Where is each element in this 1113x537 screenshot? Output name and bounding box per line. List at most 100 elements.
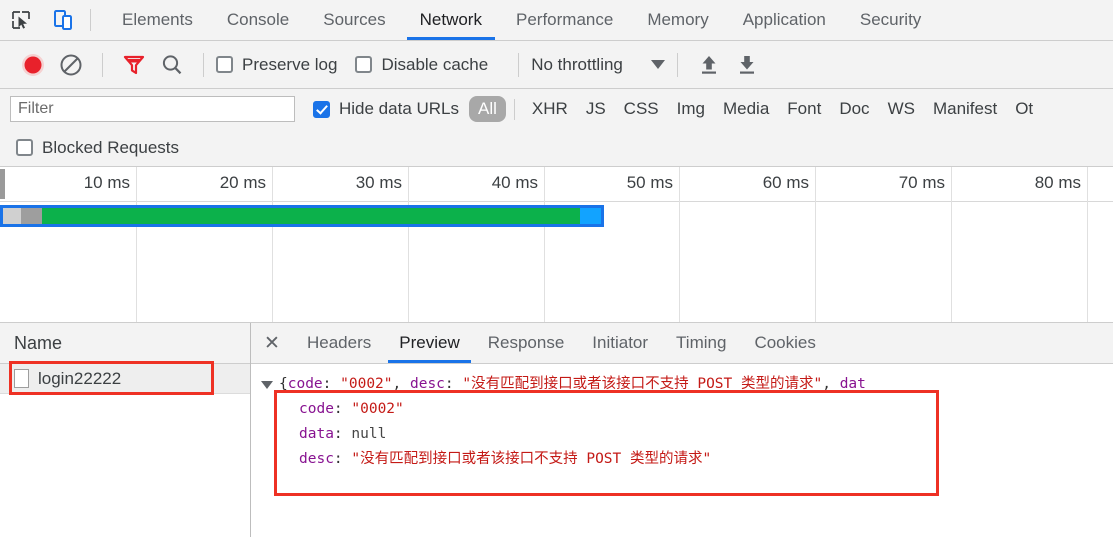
type-filter-media[interactable]: Media	[714, 96, 778, 122]
tab-application-label: Application	[742, 10, 826, 29]
tab-console-label: Console	[226, 10, 290, 29]
hide-data-urls-checkbox[interactable]: Hide data URLs	[313, 99, 459, 119]
request-list-header[interactable]: Name	[0, 323, 250, 364]
tab-cookies-label: Cookies	[754, 333, 816, 352]
device-toggle-icon[interactable]	[42, 0, 84, 40]
tab-network[interactable]: Network	[403, 0, 499, 40]
tab-performance[interactable]: Performance	[499, 0, 630, 40]
clear-button-icon[interactable]	[52, 46, 90, 84]
filter-options: Hide data URLs All XHR JS CSS Img Media …	[313, 96, 1042, 122]
disable-cache-label: Disable cache	[381, 54, 489, 74]
type-filter-all[interactable]: All	[469, 96, 506, 122]
type-filter-img[interactable]: Img	[668, 96, 714, 122]
timeline-gridline	[408, 167, 409, 322]
filter-input[interactable]	[10, 96, 295, 122]
blocked-requests-checkbox[interactable]: Blocked Requests	[16, 138, 179, 158]
network-controls-toolbar: Preserve log Disable cache No throttling	[0, 41, 1113, 89]
type-filter-js[interactable]: JS	[577, 96, 615, 122]
json-brace: {	[279, 376, 288, 392]
request-list-rows: login22222	[0, 361, 250, 537]
type-filter-divider	[513, 98, 515, 120]
throttling-value: No throttling	[531, 54, 623, 74]
timeline-tick-70ms: 70 ms	[898, 173, 945, 192]
toolbar-divider	[90, 9, 91, 31]
type-filter-manifest[interactable]: Manifest	[924, 96, 1006, 122]
inspect-cursor-icon[interactable]	[0, 0, 42, 40]
timing-segment-stalled	[20, 208, 42, 224]
import-har-icon[interactable]	[690, 46, 728, 84]
json-preview-viewer[interactable]: { code: "0002", desc: "没有匹配到接口或者该接口不支持 PO…	[251, 364, 1113, 537]
json-key-code: code	[299, 401, 334, 417]
json-summary-line[interactable]: {code: "0002", desc: "没有匹配到接口或者该接口不支持 PO…	[259, 372, 1113, 397]
tab-elements[interactable]: Elements	[105, 0, 210, 40]
timeline-tick-80ms: 80 ms	[1034, 173, 1081, 192]
type-filter-doc[interactable]: Doc	[830, 96, 878, 122]
type-filter-img-label: Img	[676, 99, 705, 118]
tab-security-label: Security	[859, 10, 922, 29]
close-icon[interactable]: ✕	[251, 323, 293, 363]
tab-response[interactable]: Response	[474, 323, 579, 363]
type-filter-css[interactable]: CSS	[615, 96, 668, 122]
filter-funnel-icon[interactable]	[115, 46, 153, 84]
type-filter-all-label: All	[478, 99, 497, 118]
preserve-log-checkbox[interactable]: Preserve log	[216, 55, 337, 75]
timeline-gridline	[679, 167, 680, 322]
json-value-data: null	[351, 426, 387, 442]
throttling-dropdown[interactable]: No throttling	[531, 55, 665, 75]
record-button-icon[interactable]	[14, 46, 52, 84]
type-filter-css-label: CSS	[623, 99, 659, 118]
timeline-gridline	[1087, 167, 1088, 322]
tab-memory[interactable]: Memory	[630, 0, 725, 40]
json-sep: :	[333, 451, 352, 467]
filter-toolbar: Hide data URLs All XHR JS CSS Img Media …	[0, 89, 1113, 129]
type-filter-xhr[interactable]: XHR	[523, 96, 577, 122]
blocked-requests-label: Blocked Requests	[42, 137, 180, 157]
tab-initiator[interactable]: Initiator	[578, 323, 662, 363]
table-row[interactable]: login22222	[0, 364, 250, 394]
hide-data-urls-box[interactable]	[313, 100, 330, 118]
timeline-gridline	[136, 167, 137, 322]
type-filter-ws-label: WS	[887, 99, 915, 118]
tab-timing-label: Timing	[676, 333, 727, 352]
disclosure-triangle-icon[interactable]	[261, 381, 273, 389]
json-sep: :	[444, 376, 463, 392]
tab-sources[interactable]: Sources	[306, 0, 402, 40]
chevron-down-icon[interactable]	[650, 60, 665, 69]
network-overview-timeline[interactable]: 10 ms 20 ms 30 ms 40 ms 50 ms 60 ms 70 m…	[0, 167, 1113, 323]
disable-cache-box[interactable]	[355, 56, 373, 73]
document-icon	[14, 369, 29, 388]
disable-cache-checkbox[interactable]: Disable cache	[355, 55, 488, 75]
search-magnifier-icon[interactable]	[153, 46, 191, 84]
main-tab-list: Elements Console Sources Network Perform…	[105, 0, 938, 40]
column-header-name: Name	[14, 332, 63, 353]
tab-timing[interactable]: Timing	[662, 323, 740, 363]
preserve-log-box[interactable]	[216, 56, 233, 73]
timeline-ruler: 10 ms 20 ms 30 ms 40 ms 50 ms 60 ms 70 m…	[0, 167, 1113, 322]
blocked-requests-box[interactable]	[16, 139, 33, 156]
type-filter-other[interactable]: Ot	[1006, 96, 1042, 122]
request-list-panel: Name login22222	[0, 323, 251, 537]
hide-data-urls-label: Hide data URLs	[339, 99, 460, 118]
timeline-tick-50ms: 50 ms	[626, 173, 673, 192]
export-har-icon[interactable]	[728, 46, 766, 84]
tab-security[interactable]: Security	[843, 0, 938, 40]
json-summary-key-desc: desc	[409, 376, 445, 392]
tab-cookies[interactable]: Cookies	[740, 323, 829, 363]
request-timing-bar[interactable]	[0, 205, 604, 227]
tab-preview[interactable]: Preview	[385, 323, 473, 363]
type-filter-other-label: Ot	[1015, 99, 1034, 118]
type-filter-font[interactable]: Font	[778, 96, 830, 122]
json-summary-value-code: "0002"	[340, 376, 393, 392]
tab-console[interactable]: Console	[210, 0, 306, 40]
request-name: login22222	[38, 368, 122, 388]
tab-initiator-label: Initiator	[592, 333, 649, 352]
json-comma: ,	[392, 376, 410, 392]
tab-headers[interactable]: Headers	[293, 323, 385, 363]
type-filter-ws[interactable]: WS	[879, 96, 924, 122]
timing-segment-downloading	[580, 208, 601, 224]
timeline-window-grabber[interactable]	[0, 169, 5, 199]
timeline-gridline	[951, 167, 952, 322]
tab-application[interactable]: Application	[726, 0, 843, 40]
json-property-code: code: "0002"	[259, 397, 1113, 422]
json-summary-value-desc: "没有匹配到接口或者该接口不支持 POST 类型的请求"	[462, 376, 823, 392]
